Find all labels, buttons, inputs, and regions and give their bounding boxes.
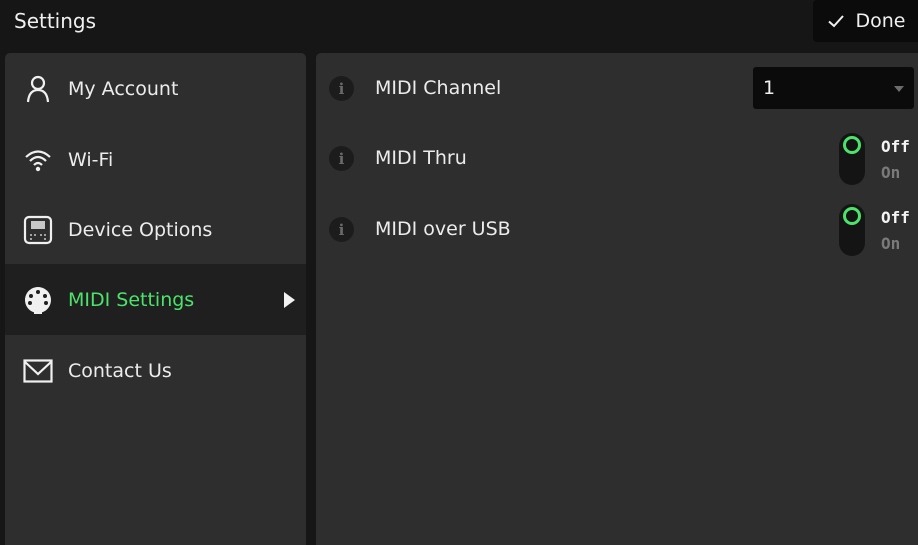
midi-thru-label: MIDI Thru	[375, 147, 467, 169]
toggle-knob	[843, 136, 861, 154]
sidebar-item-contact-us[interactable]: Contact Us	[5, 335, 306, 406]
midi-channel-value: 1	[763, 77, 776, 99]
info-icon[interactable]: i	[329, 217, 354, 242]
sidebar-item-label: Contact Us	[68, 359, 172, 382]
info-icon[interactable]: i	[329, 146, 354, 171]
top-bar: Settings Done	[0, 0, 918, 44]
sidebar-item-label: Device Options	[68, 218, 213, 241]
midi-connector-icon	[23, 285, 53, 315]
midi-thru-row: i MIDI Thru Off On	[316, 123, 918, 193]
midi-channel-label: MIDI Channel	[375, 77, 502, 99]
sidebar-item-label: My Account	[68, 77, 179, 100]
midi-over-usb-on-option[interactable]: On	[881, 234, 900, 253]
midi-thru-on-option[interactable]: On	[881, 163, 900, 182]
info-icon[interactable]: i	[329, 76, 354, 101]
midi-over-usb-off-option[interactable]: Off	[881, 208, 910, 227]
checkmark-icon	[827, 15, 844, 28]
midi-over-usb-label: MIDI over USB	[375, 218, 511, 240]
sidebar-item-device-options[interactable]: Device Options	[5, 194, 306, 265]
page-title: Settings	[14, 9, 97, 33]
done-label: Done	[855, 10, 906, 32]
sidebar-item-wifi[interactable]: Wi-Fi	[5, 124, 306, 195]
chevron-right-icon	[284, 291, 295, 308]
sidebar-item-label: Wi-Fi	[68, 148, 114, 171]
done-button[interactable]: Done	[813, 0, 918, 42]
device-icon	[23, 215, 53, 245]
wifi-icon	[23, 145, 53, 175]
sidebar-item-midi-settings[interactable]: MIDI Settings	[5, 264, 306, 335]
midi-thru-off-option[interactable]: Off	[881, 137, 910, 156]
sidebar-item-label: MIDI Settings	[68, 288, 195, 311]
chevron-down-icon	[894, 86, 904, 92]
toggle-knob	[843, 207, 861, 225]
midi-channel-row: i MIDI Channel 1	[316, 53, 918, 123]
sidebar-item-my-account[interactable]: My Account	[5, 53, 306, 124]
person-icon	[23, 74, 53, 104]
midi-channel-select[interactable]: 1	[753, 67, 914, 109]
envelope-icon	[23, 356, 53, 386]
midi-over-usb-toggle[interactable]	[839, 204, 865, 256]
midi-thru-toggle[interactable]	[839, 133, 865, 185]
sidebar: My Account Wi-Fi Device Options MIDI Set…	[5, 53, 306, 545]
midi-over-usb-row: i MIDI over USB Off On	[316, 194, 918, 264]
settings-panel: i MIDI Channel 1 i MIDI Thru Off On i MI…	[316, 53, 918, 545]
